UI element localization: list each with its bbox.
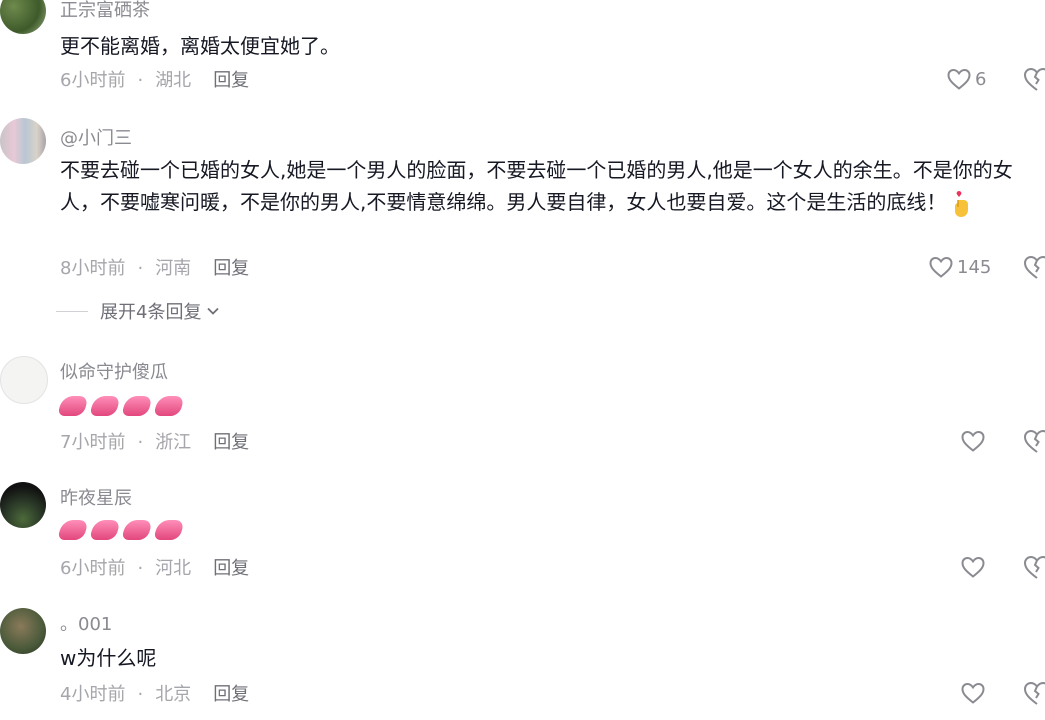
comment-text: 更不能离婚，离婚太便宜她了。 [60, 34, 340, 58]
comment-username[interactable]: 昨夜星辰 [60, 484, 132, 510]
avatar[interactable] [0, 482, 46, 528]
comment-item: @小门三 不要去碰一个已婚的女人,她是一个男人的脸面，不要去碰一个已婚的男人,他… [0, 118, 1045, 328]
comment-location: 河南 [155, 258, 192, 279]
comment-text-content: 不要去碰一个已婚的女人,她是一个男人的脸面，不要去碰一个已婚的男人,他是一个女人… [60, 158, 1013, 214]
expand-replies-label: 展开4条回复 [100, 302, 202, 323]
like-count: 6 [975, 68, 987, 90]
pink-fingernails-emoji [152, 520, 186, 540]
reply-button[interactable]: 回复 [213, 258, 249, 279]
comment-text: w为什么呢 [60, 646, 157, 670]
emoji-row [56, 520, 186, 540]
comment-location: 北京 [155, 684, 192, 705]
reply-button[interactable]: 回复 [213, 558, 249, 579]
comment-location: 河北 [155, 558, 192, 579]
comment-username[interactable]: @小门三 [60, 124, 132, 150]
comment-item: 正宗富硒茶 更不能离婚，离婚太便宜她了。 6小时前 · 湖北 回复 6 [0, 0, 1045, 98]
pink-fingernails-emoji [56, 396, 90, 416]
reply-button[interactable]: 回复 [213, 432, 249, 453]
heart-outline-icon [947, 68, 971, 90]
like-button[interactable] [960, 552, 986, 582]
reply-button[interactable]: 回复 [213, 684, 249, 705]
comment-meta: 6小时前 · 河北 回复 [60, 558, 250, 579]
comment-item: 似命守护傻瓜 7小时前 · 浙江 回复 [0, 352, 1045, 462]
comment-meta: 8小时前 · 河南 回复 [60, 258, 250, 279]
broken-heart-icon[interactable] [1022, 552, 1045, 582]
avatar[interactable] [0, 608, 46, 654]
avatar[interactable] [0, 118, 46, 164]
comment-text: 不要去碰一个已婚的女人,她是一个男人的脸面，不要去碰一个已婚的男人,他是一个女人… [60, 154, 1045, 218]
heart-outline-icon [961, 556, 985, 578]
pink-fingernails-emoji [152, 396, 186, 416]
heart-outline-icon [961, 430, 985, 452]
pink-fingernails-emoji [88, 396, 122, 416]
comment-time: 6小时前 [60, 70, 126, 91]
comment-time: 4小时前 [60, 684, 126, 705]
avatar[interactable] [0, 356, 48, 404]
comment-location: 湖北 [155, 70, 192, 91]
like-button[interactable]: 6 [946, 64, 986, 94]
pink-fingernails-emoji [120, 520, 154, 540]
broken-heart-icon[interactable] [1022, 426, 1045, 456]
comment-username[interactable]: 。001 [60, 610, 112, 636]
comment-time: 7小时前 [60, 432, 126, 453]
broken-heart-icon[interactable] [1022, 64, 1045, 94]
expand-replies-button[interactable]: 展开4条回复 [56, 298, 221, 324]
heart-outline-icon [961, 682, 985, 704]
comment-location: 浙江 [155, 432, 192, 453]
like-button[interactable]: 145 [928, 252, 991, 282]
pink-fingernails-emoji [120, 396, 154, 416]
emoji-row [56, 396, 186, 416]
avatar[interactable] [0, 0, 46, 34]
comment-time: 8小时前 [60, 258, 126, 279]
comment-time: 6小时前 [60, 558, 126, 579]
comment-meta: 7小时前 · 浙江 回复 [60, 432, 250, 453]
comment-username[interactable]: 正宗富硒茶 [60, 0, 150, 22]
broken-heart-icon[interactable] [1022, 252, 1045, 282]
broken-heart-icon[interactable] [1022, 678, 1045, 708]
comment-item: 昨夜星辰 6小时前 · 河北 回复 [0, 478, 1045, 588]
pink-fingernails-emoji [56, 520, 90, 540]
comment-meta: 4小时前 · 北京 回复 [60, 684, 250, 705]
chevron-down-icon [207, 307, 220, 315]
pink-fingernails-emoji [88, 520, 122, 540]
comment-item: 。001 w为什么呢 4小时前 · 北京 回复 [0, 604, 1045, 720]
like-button[interactable] [960, 426, 986, 456]
reply-button[interactable]: 回复 [213, 70, 249, 91]
like-count: 145 [957, 256, 992, 278]
like-button[interactable] [960, 678, 986, 708]
comment-username[interactable]: 似命守护傻瓜 [60, 358, 168, 384]
divider [56, 310, 88, 312]
comment-meta: 6小时前 · 湖北 回复 [60, 70, 250, 91]
heart-outline-icon [929, 256, 953, 278]
finger-heart-emoji [953, 190, 971, 217]
